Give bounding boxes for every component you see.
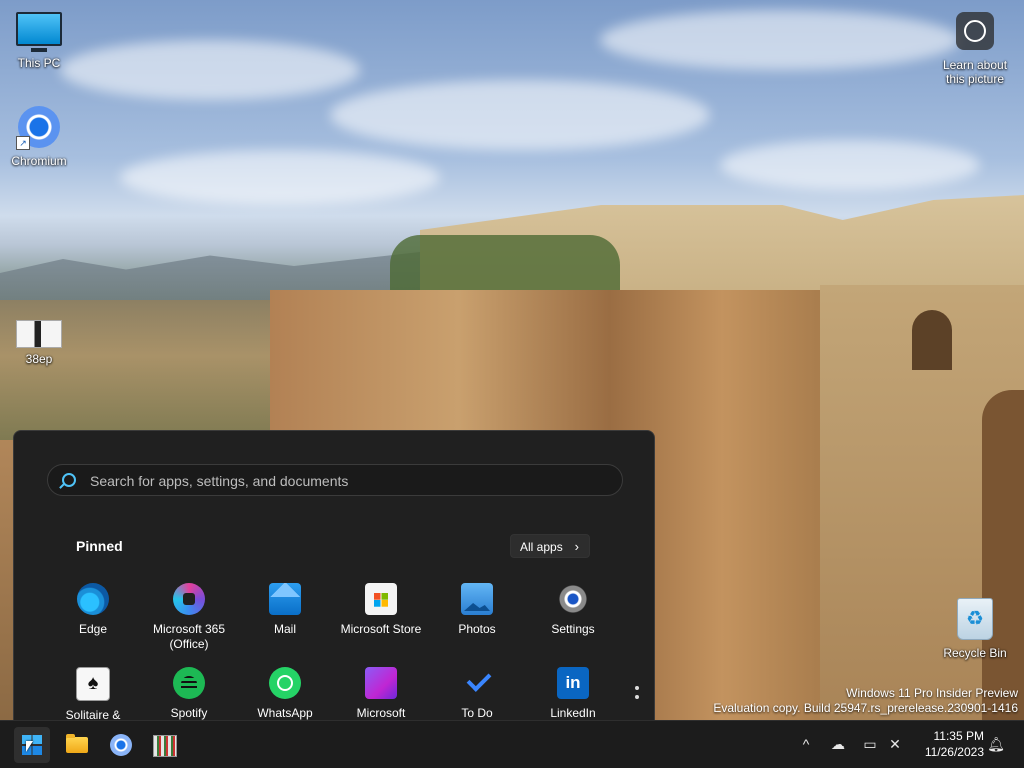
photos-icon: [461, 583, 493, 615]
shortcut-arrow-icon: ↗: [16, 136, 30, 150]
taskbar: ^ ☁ ▭ ✕ 11:35 PM 11/26/2023 🔔︎: [0, 720, 1024, 768]
pinned-heading: Pinned: [76, 538, 123, 554]
this-pc-icon: [16, 12, 62, 52]
pinned-app-settings[interactable]: Settings: [525, 583, 621, 637]
pinned-app-label: LinkedIn: [550, 706, 596, 720]
spotify-icon: [173, 667, 205, 699]
desktop-icon-label: Chromium: [11, 154, 67, 168]
pinned-app-label: To Do: [461, 706, 493, 720]
wallpaper-cloud: [60, 40, 360, 100]
all-apps-button[interactable]: All apps ›: [510, 534, 590, 558]
desktop-icon-chromium[interactable]: ↗ Chromium: [1, 106, 77, 168]
pinned-app-linkedin[interactable]: LinkedIn: [525, 667, 621, 721]
camera-info-icon: [956, 12, 994, 50]
whatsapp-icon: [269, 667, 301, 699]
solitaire-icon: [76, 667, 110, 701]
pinned-app-microsoft-store[interactable]: Microsoft Store: [333, 583, 429, 637]
taskbar-clock[interactable]: 11:35 PM 11/26/2023: [912, 728, 984, 760]
wallpaper-trees: [390, 235, 620, 290]
desktop-icon-label: Learn about this picture: [942, 58, 1008, 86]
page-dot[interactable]: [635, 695, 639, 699]
network-icon: ▭: [863, 736, 877, 752]
taskbar-file-explorer[interactable]: [59, 727, 95, 763]
pinned-app-spotify[interactable]: Spotify: [141, 667, 237, 721]
desktop-icon-learn-about-picture[interactable]: Learn about this picture: [936, 12, 1014, 86]
chevron-up-icon: ^: [802, 736, 810, 752]
pinned-app-label: Mail: [273, 622, 296, 636]
pinned-app-label: Photos: [458, 622, 496, 636]
onedrive-offline-icon: ☁: [831, 736, 845, 752]
desktop-icon-recycle-bin[interactable]: ♻ Recycle Bin: [937, 598, 1013, 660]
wallpaper-cloud: [330, 80, 710, 150]
network-status[interactable]: ▭: [859, 733, 881, 755]
image-file-icon: [16, 320, 62, 348]
wallpaper-arch: [982, 390, 1024, 720]
wallpaper-arch: [912, 310, 952, 370]
pinned-app-to-do[interactable]: To Do: [429, 667, 525, 721]
show-hidden-icons-button[interactable]: ^: [795, 733, 817, 755]
start-menu: Pinned All apps › Edge Microsoft 365 (Of…: [13, 430, 655, 721]
app-icon: [153, 735, 177, 757]
page-dot[interactable]: [635, 686, 639, 690]
settings-icon: [557, 583, 589, 615]
search-input[interactable]: [88, 465, 612, 497]
pinned-app-label: Microsoft: [356, 706, 406, 720]
mouse-cursor: [26, 741, 33, 752]
todo-icon: [461, 667, 493, 699]
microsoft-365-icon: [173, 583, 205, 615]
wallpaper-cloud: [600, 10, 960, 70]
pinned-app-label: Microsoft Store: [340, 622, 422, 636]
pinned-app-label: WhatsApp: [257, 706, 313, 720]
pinned-app-label: Settings: [551, 622, 595, 636]
watermark-line-2: Evaluation copy. Build 25947.rs_prerelea…: [713, 701, 1018, 715]
chevron-right-icon: ›: [574, 539, 579, 554]
desktop-icon-label: This PC: [17, 56, 61, 70]
notification-bell-icon: 🔔︎: [987, 736, 1005, 752]
folder-icon: [66, 734, 88, 753]
pinned-app-mail[interactable]: Mail: [237, 583, 333, 637]
pinned-app-photos[interactable]: Photos: [429, 583, 525, 637]
pinned-app-label: Spotify: [170, 706, 208, 720]
pinned-app-whatsapp[interactable]: WhatsApp: [237, 667, 333, 721]
volume-status[interactable]: ✕: [884, 733, 906, 755]
chromium-icon: [110, 734, 132, 756]
notifications-button[interactable]: 🔔︎: [985, 733, 1007, 755]
pinned-app-microsoft-clipchamp[interactable]: Microsoft: [333, 667, 429, 721]
desktop-icon-38ep[interactable]: 38ep: [1, 320, 77, 366]
pinned-app-label: Microsoft 365 (Office): [152, 622, 226, 651]
wallpaper-cloud: [120, 150, 440, 205]
pinned-app-solitaire[interactable]: Solitaire &: [45, 667, 141, 721]
desktop-icon-label: Recycle Bin: [943, 646, 1007, 660]
page-indicator-dots[interactable]: [635, 686, 641, 704]
linkedin-icon: [557, 667, 589, 699]
edge-icon: [77, 583, 109, 615]
watermark-line-1: Windows 11 Pro Insider Preview: [846, 686, 1018, 700]
volume-muted-icon: ✕: [889, 736, 901, 752]
clock-date: 11/26/2023: [924, 745, 984, 759]
pinned-app-label: Edge: [78, 622, 108, 636]
taskbar-chromium[interactable]: [103, 727, 139, 763]
store-icon: [365, 583, 397, 615]
all-apps-label: All apps: [520, 540, 563, 554]
onedrive-status[interactable]: ☁: [827, 733, 849, 755]
taskbar-app[interactable]: [146, 727, 182, 763]
search-icon: [62, 473, 76, 487]
mail-icon: [269, 583, 301, 615]
desktop-icon-this-pc[interactable]: This PC: [1, 12, 77, 70]
chromium-icon: ↗: [16, 106, 60, 150]
pinned-app-edge[interactable]: Edge: [45, 583, 141, 637]
clock-time: 11:35 PM: [933, 729, 984, 743]
desktop-icon-label: 38ep: [25, 352, 53, 366]
pinned-app-microsoft-365[interactable]: Microsoft 365 (Office): [141, 583, 237, 652]
wallpaper-cloud: [720, 140, 980, 190]
evaluation-watermark: Windows 11 Pro Insider Preview Evaluatio…: [713, 686, 1018, 716]
start-search-box[interactable]: [47, 464, 623, 497]
recycle-bin-icon: ♻: [957, 598, 993, 640]
clipchamp-icon: [365, 667, 397, 699]
